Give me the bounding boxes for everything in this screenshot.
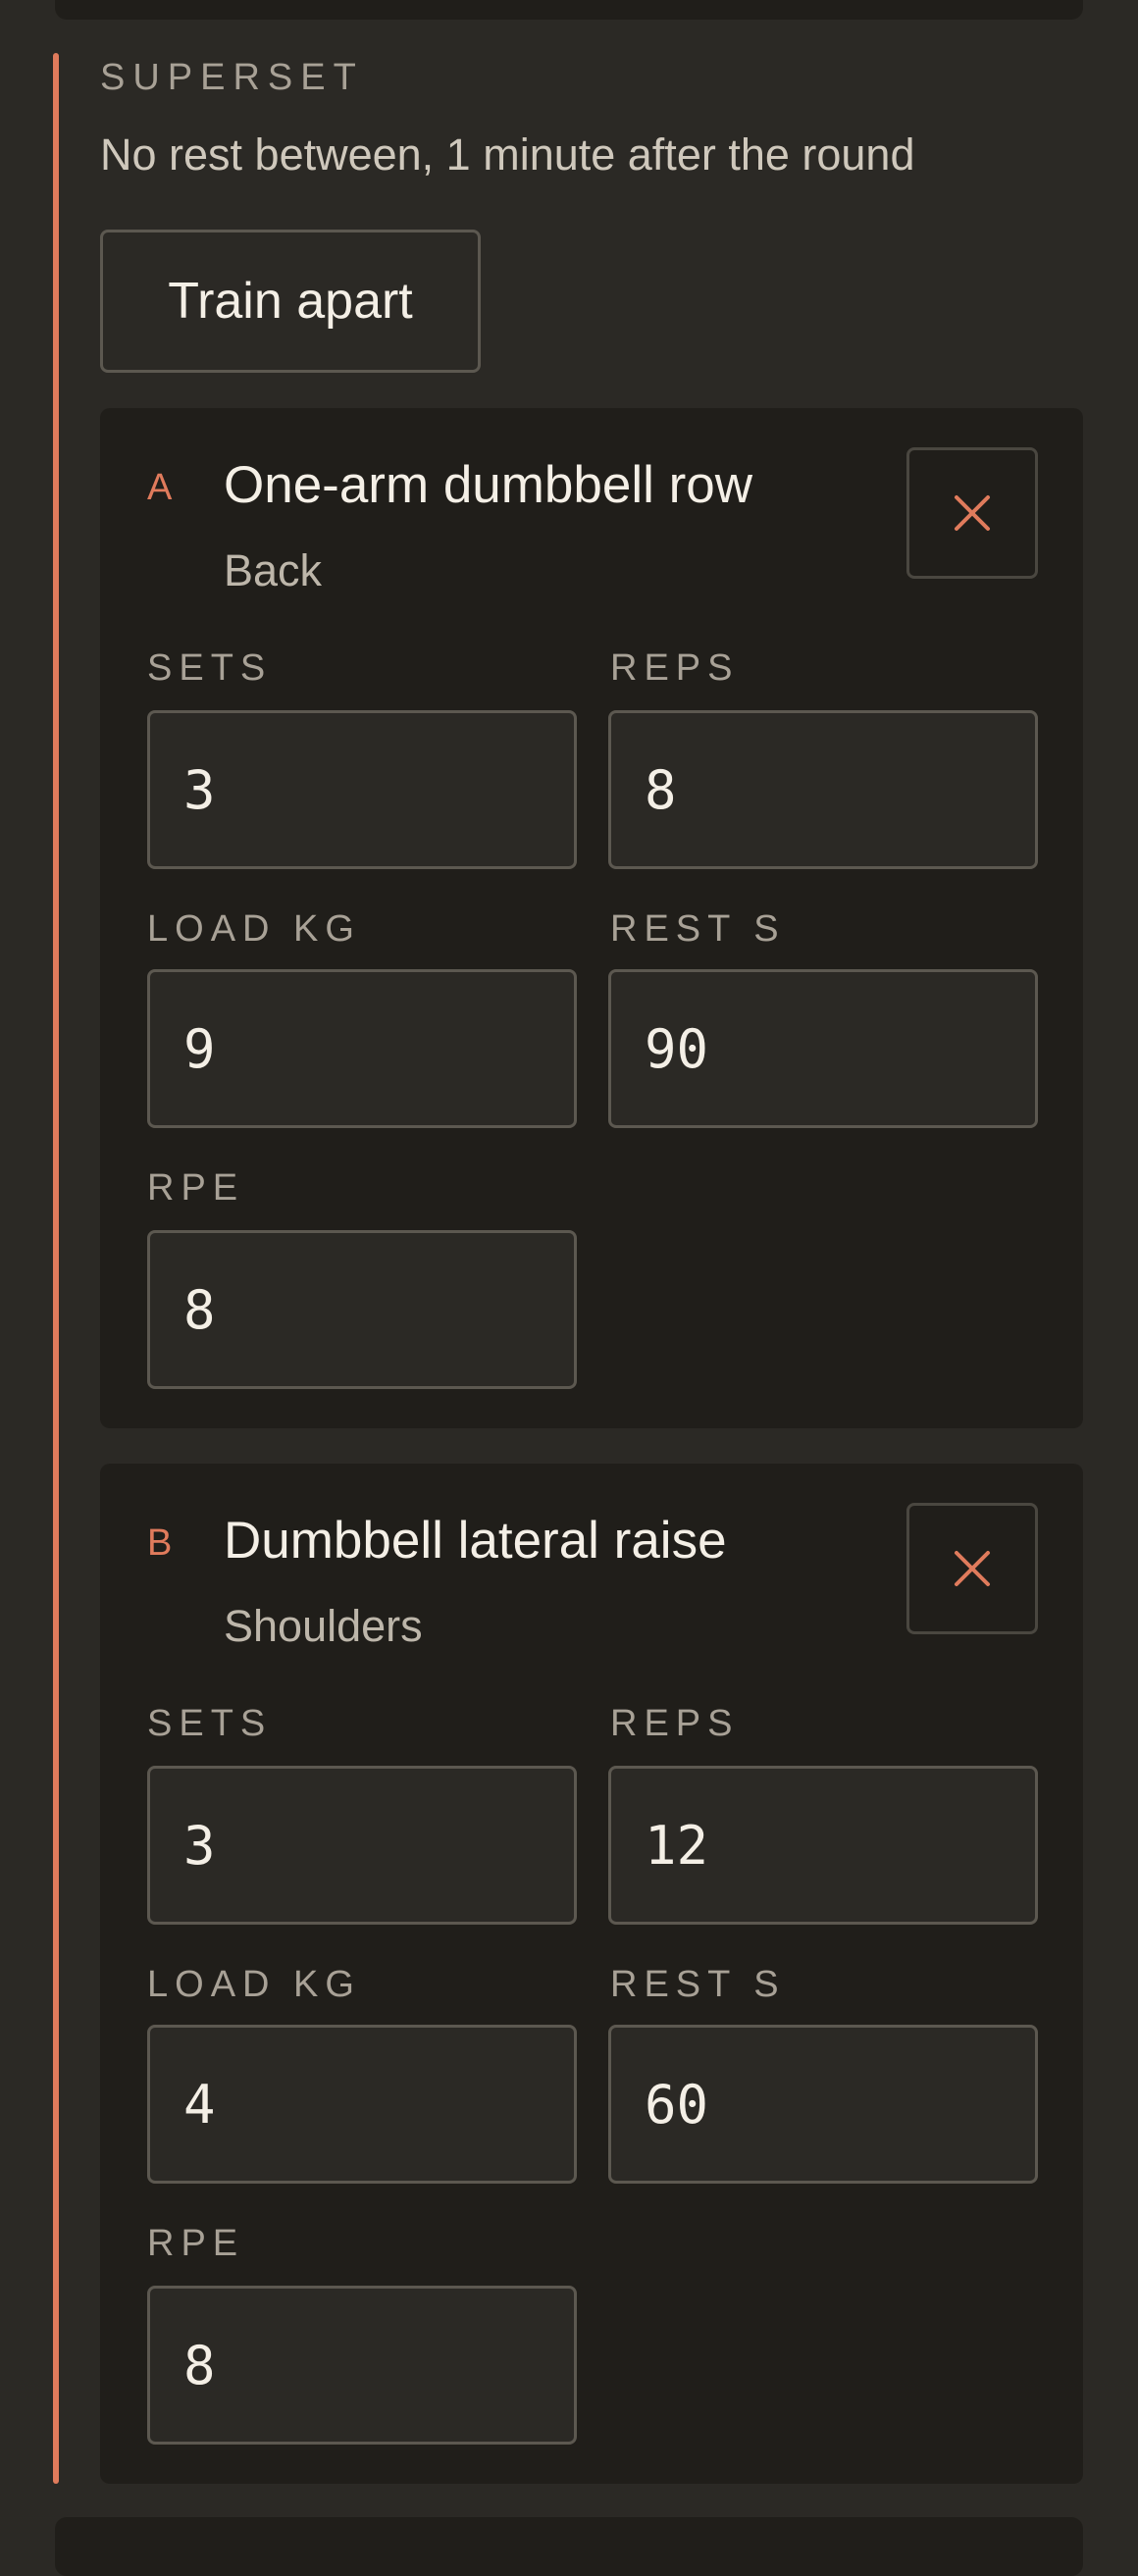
exercise-card-a: A One-arm dumbbell row Back SETS REPS 3 … (100, 408, 1083, 1428)
rest-label: REST S (610, 908, 786, 950)
rpe-input[interactable]: 8 (147, 1230, 577, 1389)
load-input[interactable]: 9 (147, 969, 577, 1128)
exercise-name: Dumbbell lateral raise (224, 1512, 727, 1570)
rpe-label: RPE (147, 1167, 245, 1209)
superset-accent-bar (53, 53, 59, 2484)
load-input[interactable]: 4 (147, 2025, 577, 2184)
exercise-letter: B (147, 1522, 173, 1564)
superset-label: SUPERSET (100, 57, 364, 98)
exercise-letter: A (147, 467, 173, 508)
load-label: LOAD KG (147, 908, 361, 950)
exercise-card-b: B Dumbbell lateral raise Shoulders SETS … (100, 1464, 1083, 2484)
previous-card (55, 0, 1083, 20)
superset-description: No rest between, 1 minute after the roun… (100, 129, 915, 180)
rpe-input[interactable]: 8 (147, 2286, 577, 2445)
exercise-muscle-group: Back (224, 545, 323, 595)
load-label: LOAD KG (147, 1964, 361, 2005)
next-card (55, 2517, 1083, 2576)
reps-input[interactable]: 12 (608, 1766, 1038, 1925)
remove-exercise-button[interactable] (906, 447, 1038, 579)
exercise-name: One-arm dumbbell row (224, 456, 753, 514)
close-icon (955, 495, 990, 531)
rest-label: REST S (610, 1964, 786, 2005)
sets-label: SETS (147, 647, 273, 689)
sets-label: SETS (147, 1703, 273, 1744)
remove-exercise-button[interactable] (906, 1503, 1038, 1634)
reps-input[interactable]: 8 (608, 710, 1038, 869)
rest-input[interactable]: 60 (608, 2025, 1038, 2184)
rest-input[interactable]: 90 (608, 969, 1038, 1128)
train-apart-button[interactable]: Train apart (100, 230, 481, 373)
sets-input[interactable]: 3 (147, 1766, 577, 1925)
rpe-label: RPE (147, 2223, 245, 2264)
sets-input[interactable]: 3 (147, 710, 577, 869)
reps-label: REPS (610, 1703, 740, 1744)
close-icon (955, 1551, 990, 1586)
exercise-muscle-group: Shoulders (224, 1601, 423, 1651)
reps-label: REPS (610, 647, 740, 689)
